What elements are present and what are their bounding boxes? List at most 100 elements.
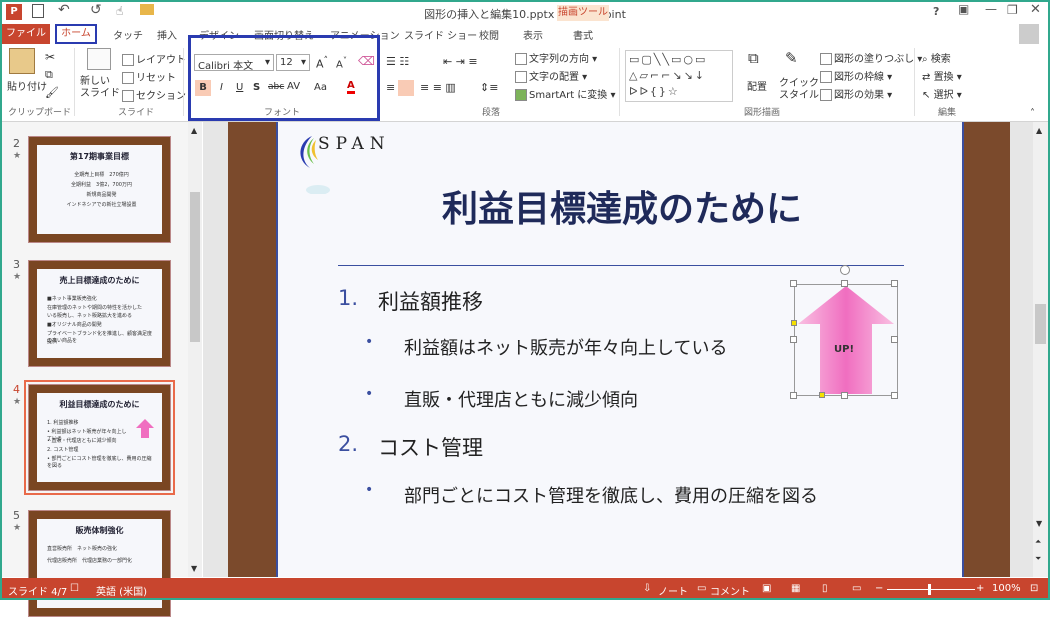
copy-icon[interactable]: ⧉ xyxy=(45,68,53,82)
window-title: 図形の挿入と編集10.pptx - PowerPoint xyxy=(424,8,626,21)
ribbon-display-options-icon[interactable]: ▣ xyxy=(958,2,969,16)
tab-insert[interactable]: 挿入 xyxy=(157,27,177,42)
resize-handle[interactable] xyxy=(841,392,848,399)
reading-view-icon[interactable]: ▯ xyxy=(822,583,828,594)
collapse-ribbon-icon[interactable]: ˄ xyxy=(1030,108,1035,119)
bullet-text[interactable]: 直販・代理店ともに減少傾向 xyxy=(404,386,638,412)
tab-home[interactable]: ホーム xyxy=(55,24,97,44)
notes-button[interactable]: ノート xyxy=(658,583,688,598)
comments-button[interactable]: コメント xyxy=(710,583,750,598)
scroll-up-icon[interactable]: ▲ xyxy=(1036,126,1042,135)
smartart-button[interactable]: SmartArt に変換 ▾ xyxy=(515,86,616,101)
text-direction-button[interactable]: 文字列の方向 ▾ xyxy=(515,50,597,65)
slideshow-icon[interactable]: ▭ xyxy=(852,583,861,594)
tab-slideshow[interactable]: スライド ショー xyxy=(404,27,477,42)
resize-handle[interactable] xyxy=(841,280,848,287)
arrange-button[interactable]: 配置 xyxy=(747,78,767,93)
scroll-up-icon[interactable]: ▲ xyxy=(191,126,197,135)
slide-thumbnail-2[interactable]: 第17期事業目標 全期売上目標 270億円 全期利益 3億2，700万円 新規商… xyxy=(28,136,171,243)
resize-handle[interactable] xyxy=(790,392,797,399)
next-slide-icon[interactable]: ⏷ xyxy=(1035,554,1041,564)
tab-file[interactable]: ファイル xyxy=(2,24,50,44)
resize-handle[interactable] xyxy=(790,280,797,287)
cut-icon[interactable]: ✂ xyxy=(45,50,55,64)
zoom-in-icon[interactable]: + xyxy=(976,583,984,594)
zoom-level[interactable]: 100% xyxy=(992,583,1021,594)
main-scrollbar[interactable]: ▲ ▼ ⏶ ⏷ xyxy=(1033,122,1048,577)
normal-view-icon[interactable]: ▣ xyxy=(762,583,771,594)
slide[interactable]: SPAN 利益目標達成のために 1. 利益額推移 • 利益額はネット販売が年々向… xyxy=(276,122,964,577)
language-indicator[interactable]: 英語 (米国) xyxy=(96,583,147,598)
thumbnail-scrollbar[interactable]: ▲ ▼ xyxy=(188,122,202,577)
align-text-button[interactable]: 文字の配置 ▾ xyxy=(515,68,587,83)
bullets-icon[interactable]: ☰ ☷ xyxy=(386,55,409,68)
align-left-icon[interactable]: ≡ xyxy=(386,81,395,94)
paste-button[interactable]: 貼り付け xyxy=(7,78,47,93)
up-arrow-shape[interactable] xyxy=(792,280,900,400)
shape-outline-button[interactable]: 図形の枠線 ▾ xyxy=(820,68,892,83)
zoom-out-icon[interactable]: − xyxy=(875,583,883,594)
resize-handle[interactable] xyxy=(891,392,898,399)
arrange-icon[interactable]: ⧉ xyxy=(748,49,759,67)
list-item[interactable]: コスト管理 xyxy=(378,432,483,462)
zoom-slider[interactable] xyxy=(887,589,975,590)
scrollbar-thumb[interactable] xyxy=(1035,304,1046,344)
align-right-justify-icon[interactable]: ≡ ≡ ▥ xyxy=(420,81,456,94)
tab-view[interactable]: 表示 xyxy=(523,27,543,42)
replace-button[interactable]: ⇄ 置換 ▾ xyxy=(922,68,962,83)
list-item[interactable]: 利益額推移 xyxy=(378,286,483,316)
close-button[interactable]: ✕ xyxy=(1030,2,1041,17)
resize-handle[interactable] xyxy=(790,336,797,343)
scroll-down-icon[interactable]: ▼ xyxy=(191,564,197,573)
zoom-slider-thumb[interactable] xyxy=(928,584,931,595)
restore-button[interactable]: ❐ xyxy=(1007,3,1018,17)
scroll-down-icon[interactable]: ▼ xyxy=(1036,519,1042,528)
adjust-handle[interactable] xyxy=(791,320,797,326)
minimize-button[interactable]: — xyxy=(985,2,997,16)
indent-icon[interactable]: ⇤ ⇥ ≡ xyxy=(443,55,478,68)
comments-icon: ▭ xyxy=(697,583,707,594)
format-painter-icon[interactable]: 🖌 xyxy=(45,86,59,99)
scrollbar-thumb[interactable] xyxy=(190,192,200,342)
shape-fill-button[interactable]: 図形の塗りつぶし ▾ xyxy=(820,50,922,65)
new-slide-icon[interactable] xyxy=(87,48,111,70)
quick-styles-icon[interactable]: ✎ xyxy=(785,49,798,67)
shape-effects-label: 図形の効果 xyxy=(834,90,884,101)
previous-slide-icon[interactable]: ⏶ xyxy=(1035,537,1041,547)
fit-to-window-icon[interactable]: ⊡ xyxy=(1030,583,1038,594)
paste-icon[interactable] xyxy=(9,48,35,74)
slide-thumbnail-3[interactable]: 売上目標達成のために ■ネット事業販売強化 在庫管理のネットや期間の特性を活かし… xyxy=(28,260,171,367)
list-number: 1. xyxy=(338,286,359,310)
layout-button[interactable]: レイアウト xyxy=(122,51,186,66)
spellcheck-icon[interactable]: ☐ xyxy=(70,583,79,594)
bullet-text[interactable]: 部門ごとにコスト管理を徹底し、費用の圧縮を図る xyxy=(404,482,818,508)
rotate-handle-icon[interactable] xyxy=(840,265,850,275)
line-spacing-icon[interactable]: ⇕≡ xyxy=(480,81,498,94)
ribbon: 貼り付け ✂ ⧉ 🖌 クリップボード 新しい スライド レイアウト リセット セ… xyxy=(0,35,1050,122)
thumbnail-text: 代理店販売所 代理店業務の一部門化 xyxy=(47,558,133,564)
slide-sorter-icon[interactable]: ▦ xyxy=(791,583,800,594)
resize-handle[interactable] xyxy=(891,336,898,343)
find-button[interactable]: ⌕ 検索 xyxy=(922,50,951,65)
quick-styles-button[interactable]: クイック スタイル xyxy=(779,78,819,102)
bullet-text[interactable]: 利益額はネット販売が年々向上している xyxy=(404,334,727,360)
new-slide-button[interactable]: 新しい スライド xyxy=(80,76,120,100)
adjust-handle[interactable] xyxy=(819,392,825,398)
help-button[interactable]: ? xyxy=(933,5,939,18)
resize-handle[interactable] xyxy=(891,280,898,287)
reset-button[interactable]: リセット xyxy=(122,69,176,84)
shape-effects-button[interactable]: 図形の効果 ▾ xyxy=(820,86,892,101)
tab-format[interactable]: 書式 xyxy=(573,27,593,42)
shapes-gallery[interactable]: ▭▢╲╲▭○▭ △▱⌐⌐↘↘↓ ᐅᐅ{}☆ xyxy=(625,50,733,102)
slide-thumbnail-5[interactable]: 販売体制強化 直営販売所 ネット販売の強化 代理店販売所 代理店業務の一部門化 xyxy=(28,510,171,617)
slide-thumbnail-4[interactable]: 利益目標達成のために 1. 利益額推移 • 利益額はネット販売が年々向上している… xyxy=(24,380,175,495)
thumbnail-text: 新規商品開発 xyxy=(86,192,117,198)
tab-review[interactable]: 校閲 xyxy=(479,27,499,42)
user-avatar[interactable] xyxy=(1019,24,1039,44)
align-center-button[interactable] xyxy=(398,80,414,96)
align-text-label: 文字の配置 xyxy=(529,72,579,83)
section-button[interactable]: セクション xyxy=(122,87,186,102)
slide-title[interactable]: 利益目標達成のために xyxy=(278,180,966,232)
tab-touch[interactable]: タッチ xyxy=(113,27,143,42)
select-button[interactable]: ↖ 選択 ▾ xyxy=(922,86,962,101)
